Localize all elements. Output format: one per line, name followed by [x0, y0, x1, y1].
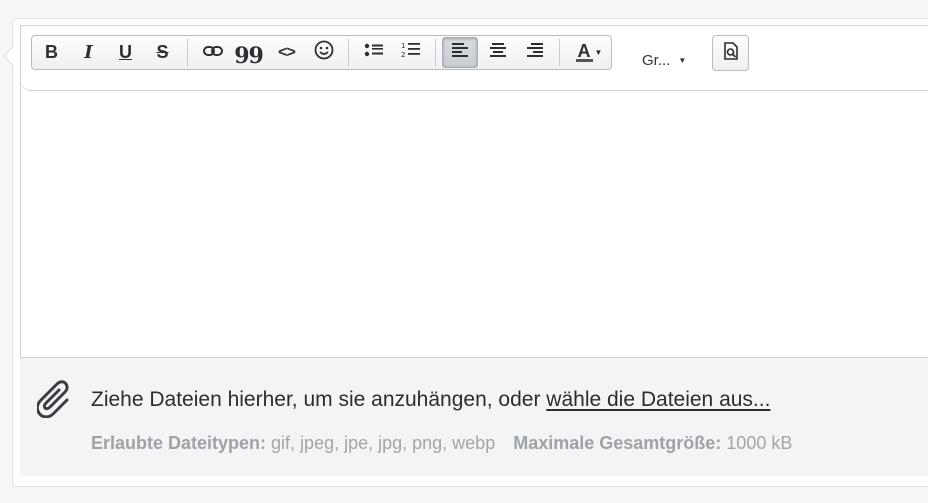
editor-content-area[interactable] — [21, 91, 928, 357]
smiley-icon — [314, 40, 334, 65]
toolbar-separator — [559, 39, 560, 66]
link-icon — [202, 44, 223, 62]
strikethrough-button[interactable]: S — [145, 37, 180, 68]
align-left-icon — [452, 43, 468, 62]
choose-files-link[interactable]: wähle die Dateien aus... — [546, 388, 770, 411]
font-size-label: Gr... — [642, 52, 671, 69]
code-icon: <> — [278, 43, 296, 61]
max-size-value: 1000 kB — [721, 433, 793, 453]
rich-text-editor: B I U S 99 <> 1 2 A ▼ Gr... ▼ — [20, 25, 928, 358]
code-button[interactable]: <> — [269, 37, 304, 68]
bold-button[interactable]: B — [34, 37, 69, 68]
emoji-button[interactable] — [306, 37, 341, 68]
font-color-button[interactable]: A ▼ — [567, 37, 611, 68]
formatting-button-group: B I U S 99 <> 1 2 A ▼ — [31, 35, 612, 70]
italic-button[interactable]: I — [71, 37, 106, 68]
editor-toolbar: B I U S 99 <> 1 2 A ▼ Gr... ▼ — [21, 26, 928, 91]
preview-button[interactable] — [712, 35, 749, 71]
strikethrough-icon: S — [156, 42, 169, 62]
svg-text:2: 2 — [401, 51, 405, 59]
align-right-button[interactable] — [517, 37, 552, 68]
bullet-list-icon — [364, 42, 384, 63]
italic-icon: I — [84, 42, 93, 63]
align-right-icon — [526, 43, 543, 62]
numbered-list-button[interactable]: 1 2 — [393, 37, 428, 68]
chevron-down-icon: ▼ — [678, 56, 687, 65]
max-size-label: Maximale Gesamtgröße: — [513, 433, 722, 453]
toolbar-separator — [435, 39, 436, 66]
font-size-dropdown[interactable]: Gr... ▼ — [642, 52, 686, 69]
dropzone-text: Ziehe Dateien hierher, um sie anzuhängen… — [91, 388, 547, 411]
align-center-icon — [489, 43, 506, 62]
bold-icon: B — [45, 42, 58, 62]
toolbar-separator — [187, 39, 188, 66]
chevron-down-icon: ▼ — [594, 48, 603, 57]
align-center-button[interactable] — [480, 37, 515, 68]
align-left-button[interactable] — [442, 37, 478, 68]
attachment-constraints: Erlaubte Dateitypen: gif, jpeg, jpe, jpg… — [91, 433, 792, 454]
quote-icon: 99 — [234, 42, 264, 69]
underline-icon: U — [119, 42, 132, 62]
toolbar-separator — [348, 39, 349, 66]
bullet-list-button[interactable] — [356, 37, 391, 68]
link-button[interactable] — [195, 37, 230, 68]
dropzone-instruction: Ziehe Dateien hierher, um sie anzuhängen… — [91, 388, 770, 412]
preview-icon — [723, 41, 739, 65]
attachment-dropzone[interactable]: Ziehe Dateien hierher, um sie anzuhängen… — [20, 358, 928, 476]
svg-text:1: 1 — [401, 42, 405, 50]
quote-button[interactable]: 99 — [231, 37, 266, 69]
numbered-list-icon: 1 2 — [401, 41, 421, 64]
allowed-types-label: Erlaubte Dateitypen: — [91, 433, 267, 453]
font-color-icon: A — [575, 41, 593, 62]
underline-button[interactable]: U — [108, 37, 143, 68]
allowed-types-value: gif, jpeg, jpe, jpg, png, webp — [266, 433, 496, 453]
paperclip-icon — [35, 378, 73, 423]
